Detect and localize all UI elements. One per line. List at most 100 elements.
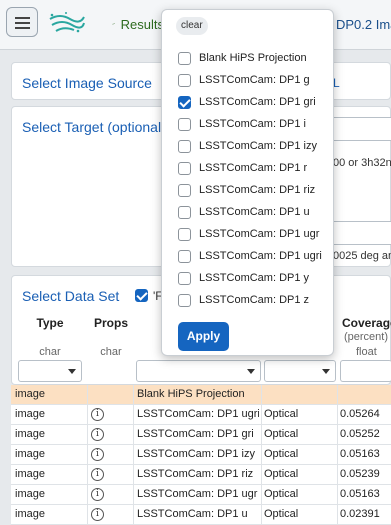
apply-button[interactable]: Apply (178, 322, 229, 351)
info-icon[interactable]: i (91, 408, 104, 421)
info-icon[interactable]: i (91, 488, 104, 501)
checkbox-icon (178, 51, 191, 65)
checkbox-icon (178, 183, 191, 197)
checkbox-checked-icon (135, 289, 148, 302)
name-filter-popup: clear Blank HiPS Projection LSSTComCam: … (161, 9, 334, 356)
filter-option[interactable]: LSSTComCam: DP1 z (178, 291, 309, 309)
dp-tab-label: DP0.2 Ima (336, 16, 391, 32)
chevron-down-icon (247, 369, 255, 374)
cell-coverage: 0.05239 (340, 468, 380, 480)
data-set-title: Select Data Set (22, 288, 120, 304)
option-label: LSSTComCam: DP1 y (199, 272, 310, 284)
filter-option[interactable]: LSSTComCam: DP1 ugri (178, 247, 322, 265)
option-label: LSSTComCam: DP1 izy (199, 140, 317, 152)
table-row[interactable]: image i LSSTComCam: DP1 ugr Optical 0.05… (11, 485, 391, 505)
target-title: Select Target (optional) (22, 119, 166, 135)
col-header-type[interactable]: Type (12, 316, 88, 330)
table-row[interactable]: image i LSSTComCam: DP1 u Optical 0.0239… (11, 505, 391, 525)
chevron-down-icon (322, 369, 330, 374)
cell-type: image (15, 508, 45, 520)
cell-coverage: 0.05252 (340, 428, 380, 440)
chevron-down-icon (68, 369, 76, 374)
type-filter-select[interactable] (18, 360, 82, 382)
checkbox-icon (178, 161, 191, 175)
filter-option[interactable]: LSSTComCam: DP1 g (178, 71, 310, 89)
col-header-props[interactable]: Props (88, 316, 134, 330)
clear-button[interactable]: clear (176, 17, 208, 35)
results-tab-label: Results (120, 16, 164, 32)
table-row[interactable]: image i LSSTComCam: DP1 ugri Optical 0.0… (11, 405, 391, 425)
coverage-filter-input[interactable] (340, 360, 391, 382)
target-input-field[interactable] (332, 117, 391, 141)
band-filter-select[interactable] (264, 360, 336, 382)
dp-tab[interactable]: DP0.2 Ima (336, 14, 391, 34)
data-set-checkbox[interactable] (135, 289, 148, 302)
filter-option[interactable]: LSSTComCam: DP1 gri (178, 93, 316, 111)
image-source-title: Select Image Source (22, 75, 152, 91)
cell-name: LSSTComCam: DP1 ugri (137, 408, 259, 420)
option-label: LSSTComCam: DP1 r (199, 162, 308, 174)
filter-option[interactable]: LSSTComCam: DP1 ugr (178, 225, 319, 243)
target-box[interactable] (332, 221, 391, 245)
info-icon[interactable]: i (91, 468, 104, 481)
option-label: LSSTComCam: DP1 riz (199, 184, 316, 196)
filter-option[interactable]: LSSTComCam: DP1 i (178, 115, 306, 133)
table-row[interactable]: image i LSSTComCam: DP1 izy Optical 0.05… (11, 445, 391, 465)
cell-type: image (15, 448, 45, 460)
checkbox-icon (178, 73, 191, 87)
cell-coverage: 0.02391 (340, 508, 380, 520)
cell-name: Blank HiPS Projection (137, 388, 245, 400)
cell-type: image (15, 428, 45, 440)
table-row[interactable]: image i LSSTComCam: DP1 gri Optical 0.05… (11, 425, 391, 445)
col-type-subtitle: char (39, 346, 61, 358)
col-props-subtitle: char (100, 346, 122, 358)
col-coverage-subtitle: (percent) (344, 331, 389, 343)
target-radius-fragment: 0025 deg an (333, 250, 391, 262)
cell-type: image (15, 488, 45, 500)
hamburger-menu-button[interactable] (6, 7, 38, 37)
info-icon[interactable]: i (91, 448, 104, 461)
filter-option[interactable]: LSSTComCam: DP1 izy (178, 137, 317, 155)
cell-band: Optical (264, 448, 299, 460)
image-source-fragment: L (333, 76, 340, 90)
cell-band: Optical (264, 408, 299, 420)
menu-line-icon (15, 27, 30, 29)
filter-option[interactable]: Blank HiPS Projection (178, 49, 307, 67)
checkbox-icon (178, 249, 191, 263)
menu-line-icon (15, 22, 30, 24)
cell-type: image (15, 468, 45, 480)
filter-option[interactable]: LSSTComCam: DP1 riz (178, 181, 315, 199)
checkbox-icon (178, 293, 191, 307)
info-icon[interactable]: i (91, 508, 104, 521)
target-example-fragment: 00 or 3h32n (333, 157, 391, 169)
filter-option[interactable]: LSSTComCam: DP1 u (178, 203, 310, 221)
cell-type: image (15, 388, 45, 400)
checkbox-icon (178, 227, 191, 241)
checkbox-icon (178, 271, 191, 285)
option-label: LSSTComCam: DP1 z (199, 294, 310, 306)
cell-type: image (15, 408, 45, 420)
cell-band: Optical (264, 428, 299, 440)
table-row[interactable]: image Blank HiPS Projection (11, 385, 391, 405)
option-label: LSSTComCam: DP1 gri (199, 96, 316, 108)
cell-name: LSSTComCam: DP1 u (137, 508, 248, 520)
checkbox-icon (178, 205, 191, 219)
cell-band: Optical (264, 488, 299, 500)
table-row[interactable]: image i LSSTComCam: DP1 riz Optical 0.05… (11, 465, 391, 485)
filter-option[interactable]: LSSTComCam: DP1 r (178, 159, 307, 177)
col-header-coverage[interactable]: Coverage (342, 316, 391, 330)
app-logo-icon (49, 12, 85, 33)
info-icon[interactable]: i (91, 428, 104, 441)
results-tab[interactable]: Results (112, 14, 164, 34)
chart-line-icon (112, 23, 115, 25)
option-label: LSSTComCam: DP1 ugr (199, 228, 320, 240)
menu-line-icon (15, 17, 30, 19)
cell-band: Optical (264, 468, 299, 480)
cell-coverage: 0.05163 (340, 448, 380, 460)
cell-name: LSSTComCam: DP1 riz (137, 468, 254, 480)
name-filter-select[interactable] (136, 360, 261, 382)
cell-name: LSSTComCam: DP1 ugr (137, 488, 258, 500)
option-label: LSSTComCam: DP1 ugri (199, 250, 322, 262)
filter-option[interactable]: LSSTComCam: DP1 y (178, 269, 309, 287)
option-label: LSSTComCam: DP1 u (199, 206, 310, 218)
